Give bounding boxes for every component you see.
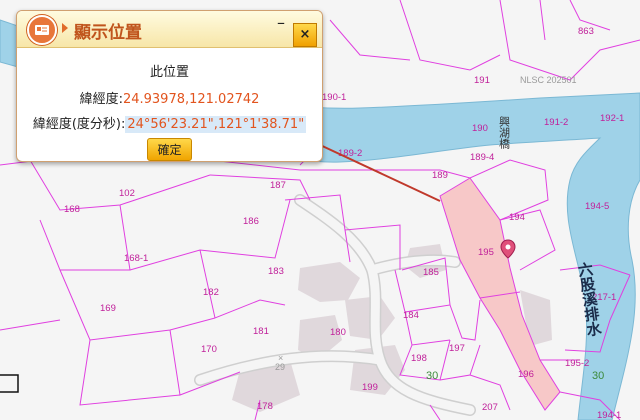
location-popup: 顯示位置 – × 此位置 緯經度:24.93978,121.02742 緯經度(…	[16, 10, 323, 162]
map-watermark: NLSC 202501	[520, 75, 577, 85]
parcel-label: 102	[119, 188, 135, 199]
parcel-label: 189-2	[338, 148, 362, 159]
parcel-label: 194-5	[585, 201, 609, 212]
parcel-label: 170	[201, 344, 217, 355]
crossing-mark: ×	[278, 353, 283, 363]
parcel-label: 196	[518, 369, 534, 380]
road-number-label: 30	[592, 370, 604, 382]
location-card-icon	[27, 15, 57, 45]
parcel-label: 190	[472, 123, 488, 134]
parcel-label: 195	[478, 247, 494, 258]
parcel-label: 185	[423, 267, 439, 278]
confirm-button[interactable]: 確定	[147, 138, 192, 161]
parcel-label: 178	[257, 401, 273, 412]
close-button[interactable]: ×	[293, 23, 317, 47]
parcel-label: 187	[270, 180, 286, 191]
dms-coordinate-label: 緯經度(度分秒):	[32, 117, 126, 132]
parcel-label: 181	[253, 326, 269, 337]
parcel-label: 194-1	[597, 410, 621, 420]
popup-heading: 此位置	[149, 65, 189, 80]
parcel-label: 182	[203, 287, 219, 298]
parcel-label: 195-2	[565, 358, 589, 369]
parcel-label: 168	[64, 204, 80, 215]
parcel-label: 194	[509, 212, 525, 223]
parcel-label: 190-1	[322, 92, 346, 103]
decimal-coordinate-value: 24.93978,121.02742	[122, 92, 260, 107]
popup-header: 顯示位置 – ×	[17, 11, 322, 48]
road-number-label: 29	[275, 362, 285, 372]
dms-coordinate-value: 24°56'23.21",121°1'38.71"	[125, 116, 307, 133]
decimal-coordinate-label: 緯經度:	[79, 92, 123, 107]
dms-coordinate-row: 緯經度(度分秒): 24°56'23.21",121°1'38.71"	[17, 113, 322, 133]
parcel-label: 186	[243, 216, 259, 227]
popup-title: 顯示位置	[74, 23, 142, 43]
parcel-label: 168-1	[124, 253, 148, 264]
bridge-name-label: 興湖橋	[498, 116, 511, 150]
parcel-label: 199	[362, 382, 378, 393]
parcel-label: 192-1	[600, 113, 624, 124]
parcel-label: 198	[411, 353, 427, 364]
parcel-label: 184	[403, 310, 419, 321]
parcel-label: 863	[578, 26, 594, 37]
road-number-label: 30	[426, 370, 438, 382]
minimize-button[interactable]: –	[274, 14, 288, 34]
popup-body: 此位置 緯經度:24.93978,121.02742 緯經度(度分秒): 24°5…	[17, 61, 322, 161]
title-arrow-icon	[62, 23, 68, 33]
parcel-label: 180	[330, 327, 346, 338]
decimal-coordinate-row: 緯經度:24.93978,121.02742	[17, 88, 322, 107]
parcel-label: 169	[100, 303, 116, 314]
parcel-label: 189-4	[470, 152, 494, 163]
parcel-label: 189	[432, 170, 448, 181]
parcel-label: 191	[474, 75, 490, 86]
parcel-label: 207	[482, 402, 498, 413]
parcel-label: 191-2	[544, 117, 568, 128]
parcel-label: 183	[268, 266, 284, 277]
parcel-label: 197	[449, 343, 465, 354]
